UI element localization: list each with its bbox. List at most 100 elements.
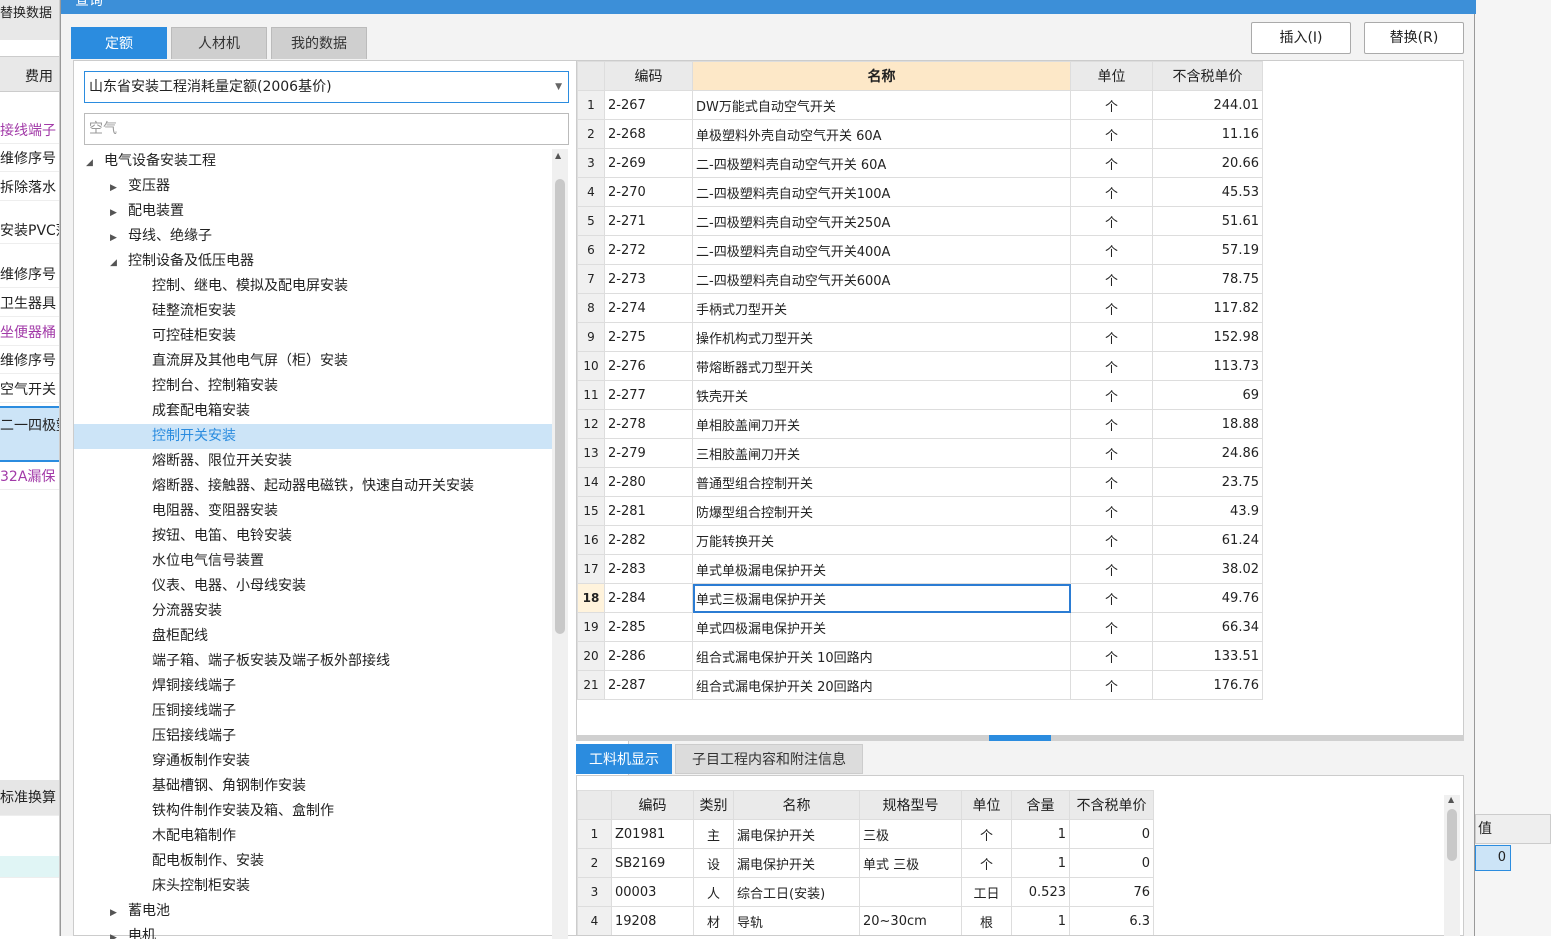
expand-arrow-icon[interactable]: ▶ — [110, 901, 122, 926]
unit-cell[interactable]: 个 — [1070, 612, 1153, 642]
pane-splitter[interactable] — [576, 735, 1464, 741]
tree-node[interactable]: ◢ 控制设备及低压电器 — [74, 249, 552, 274]
table-row[interactable]: 4 2-270 二-四极塑料壳自动空气开关100A 个 45.53 — [577, 177, 1263, 207]
table-row[interactable]: 2 2-268 单极塑料外壳自动空气开关 60A 个 11.16 — [577, 119, 1263, 149]
background-row[interactable]: 拆除落水 — [0, 175, 59, 201]
column-header-unit[interactable]: 单位 — [961, 790, 1012, 820]
price-cell[interactable]: 117.82 — [1152, 293, 1263, 323]
tree-node[interactable]: ▶ 蓄电池 — [74, 899, 552, 924]
price-cell[interactable]: 51.61 — [1152, 206, 1263, 236]
category-cell[interactable]: 人 — [693, 877, 734, 907]
tree-node[interactable]: 焊铜接线端子 — [74, 674, 552, 699]
tree-node[interactable]: 配电板制作、安装 — [74, 849, 552, 874]
price-cell[interactable]: 76 — [1069, 877, 1154, 907]
background-value-cell[interactable]: 0 — [1475, 845, 1511, 871]
name-cell[interactable]: 二-四极塑料壳自动空气开关100A — [692, 177, 1071, 207]
tree-node[interactable]: 木配电箱制作 — [74, 824, 552, 849]
table-row[interactable]: 17 2-283 单式单极漏电保护开关个 38.02 — [577, 554, 1263, 584]
unit-cell[interactable]: 个 — [1070, 177, 1153, 207]
name-cell[interactable]: 漏电保护开关 — [733, 848, 860, 878]
tree-node[interactable]: 成套配电箱安装 — [74, 399, 552, 424]
name-cell[interactable]: 组合式漏电保护开关 10回路内 — [692, 641, 1071, 671]
tree-node[interactable]: 床头控制柜安装 — [74, 874, 552, 899]
tree-node[interactable]: 按钮、电笛、电铃安装 — [74, 524, 552, 549]
price-cell[interactable]: 78.75 — [1152, 264, 1263, 294]
name-cell[interactable]: 带熔断器式刀型开关 — [692, 351, 1071, 381]
name-cell[interactable]: 单式四极漏电保护开关 — [692, 612, 1071, 642]
code-cell[interactable]: 2-271 — [604, 206, 693, 236]
code-cell[interactable]: 2-276 — [604, 351, 693, 381]
column-header-code[interactable]: 编码 — [604, 61, 693, 91]
tree-node[interactable]: ◢ 电气设备安装工程 — [74, 149, 552, 174]
table-row[interactable]: 7 2-273 二-四极塑料壳自动空气开关600A 个 78.75 — [577, 264, 1263, 294]
table-row[interactable]: 21 2-287 组合式漏电保护开关 20回路内个 176.76 — [577, 670, 1263, 700]
tree-node[interactable]: 熔断器、限位开关安装 — [74, 449, 552, 474]
column-header-name[interactable]: 名称 — [733, 790, 860, 820]
background-row[interactable]: 卫生器具 — [0, 291, 59, 317]
unit-cell[interactable]: 个 — [1070, 264, 1153, 294]
name-cell[interactable]: 导轨 — [733, 906, 860, 935]
spec-cell[interactable] — [859, 877, 962, 907]
unit-cell[interactable]: 个 — [1070, 670, 1153, 700]
name-cell[interactable]: 单式单极漏电保护开关 — [692, 554, 1071, 584]
unit-cell[interactable]: 工日 — [961, 877, 1012, 907]
table-row[interactable]: 8 2-274 手柄式刀型开关个 117.82 — [577, 293, 1263, 323]
detail-scrollbar[interactable]: ▲ — [1444, 795, 1460, 936]
code-cell[interactable]: 2-274 — [604, 293, 693, 323]
unit-cell[interactable]: 个 — [1070, 235, 1153, 265]
name-cell[interactable]: 综合工日(安装) — [733, 877, 860, 907]
code-cell[interactable]: 2-286 — [604, 641, 693, 671]
price-cell[interactable]: 43.9 — [1152, 496, 1263, 526]
price-cell[interactable]: 61.24 — [1152, 525, 1263, 555]
tree-node[interactable]: 分流器安装 — [74, 599, 552, 624]
code-cell[interactable]: SB2169 — [611, 848, 694, 878]
name-cell[interactable]: 单相胶盖闸刀开关 — [692, 409, 1071, 439]
unit-cell[interactable]: 个 — [1070, 438, 1153, 468]
unit-cell[interactable]: 个 — [1070, 467, 1153, 497]
price-cell[interactable]: 244.01 — [1152, 90, 1263, 120]
background-row[interactable]: 维修序号 — [0, 348, 59, 374]
table-row[interactable]: 14 2-280 普通型组合控制开关个 23.75 — [577, 467, 1263, 497]
unit-cell[interactable]: 个 — [1070, 351, 1153, 381]
unit-cell[interactable]: 个 — [1070, 119, 1153, 149]
price-cell[interactable]: 23.75 — [1152, 467, 1263, 497]
tab-resource-display[interactable]: 工料机显示 — [576, 744, 672, 774]
table-row[interactable]: 19 2-285 单式四极漏电保护开关个 66.34 — [577, 612, 1263, 642]
code-cell[interactable]: 2-275 — [604, 322, 693, 352]
splitter-grip[interactable] — [989, 735, 1051, 741]
name-cell[interactable]: 二-四极塑料壳自动空气开关600A — [692, 264, 1071, 294]
table-row[interactable]: 5 2-271 二-四极塑料壳自动空气开关250A 个 51.61 — [577, 206, 1263, 236]
column-header-spec[interactable]: 规格型号 — [859, 790, 962, 820]
background-row[interactable]: 空气开关 — [0, 377, 59, 403]
tree-node[interactable]: 控制、继电、模拟及配电屏安装 — [74, 274, 552, 299]
price-cell[interactable]: 152.98 — [1152, 322, 1263, 352]
unit-cell[interactable]: 个 — [1070, 380, 1153, 410]
code-cell[interactable]: 2-273 — [604, 264, 693, 294]
unit-cell[interactable]: 个 — [961, 819, 1012, 849]
unit-cell[interactable]: 个 — [1070, 90, 1153, 120]
tree-node[interactable]: 穿通板制作安装 — [74, 749, 552, 774]
code-cell[interactable]: 19208 — [611, 906, 694, 935]
code-cell[interactable]: 2-284 — [604, 583, 693, 613]
tree-node[interactable]: 控制开关安装 — [74, 424, 552, 449]
price-cell[interactable]: 45.53 — [1152, 177, 1263, 207]
quantity-cell[interactable]: 0.523 — [1011, 877, 1070, 907]
code-cell[interactable]: 2-272 — [604, 235, 693, 265]
tree-node[interactable]: 熔断器、接触器、起动器电磁铁，快速自动开关安装 — [74, 474, 552, 499]
background-row[interactable]: 二一四极塑 — [0, 406, 59, 462]
code-cell[interactable]: 2-268 — [604, 119, 693, 149]
name-cell[interactable]: 二-四极塑料壳自动空气开关250A — [692, 206, 1071, 236]
code-cell[interactable]: 2-270 — [604, 177, 693, 207]
quantity-cell[interactable]: 1 — [1011, 848, 1070, 878]
tree-node[interactable]: 盘柜配线 — [74, 624, 552, 649]
replace-button[interactable]: 替换(R) — [1364, 22, 1464, 54]
tree-node[interactable]: 控制台、控制箱安装 — [74, 374, 552, 399]
tree-node[interactable]: 硅整流柜安装 — [74, 299, 552, 324]
unit-cell[interactable]: 个 — [1070, 496, 1153, 526]
expand-arrow-icon[interactable]: ▶ — [110, 176, 122, 201]
insert-button[interactable]: 插入(I) — [1251, 22, 1351, 54]
price-cell[interactable]: 18.88 — [1152, 409, 1263, 439]
tree-node[interactable]: 可控硅柜安装 — [74, 324, 552, 349]
background-row[interactable]: 维修序号 — [0, 146, 59, 172]
unit-cell[interactable]: 个 — [1070, 525, 1153, 555]
